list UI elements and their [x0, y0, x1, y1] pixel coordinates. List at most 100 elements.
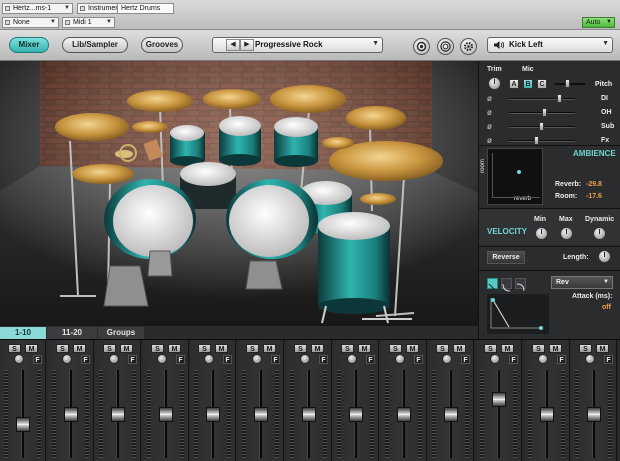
di-slider-track[interactable]: [509, 98, 575, 100]
pan-knob[interactable]: [204, 354, 214, 364]
fx-bypass-button[interactable]: F: [461, 355, 470, 364]
fader-track[interactable]: [497, 370, 500, 458]
fader-thumb[interactable]: [349, 407, 363, 422]
pan-knob[interactable]: [347, 354, 357, 364]
mute-button[interactable]: M: [263, 344, 276, 353]
mute-button[interactable]: M: [168, 344, 181, 353]
input-select[interactable]: None ▼: [2, 17, 59, 28]
tab-grooves[interactable]: Grooves: [141, 37, 183, 53]
pan-knob[interactable]: [490, 354, 500, 364]
solo-button[interactable]: S: [436, 344, 449, 353]
solo-button[interactable]: S: [341, 344, 354, 353]
pan-knob[interactable]: [300, 354, 310, 364]
di-slider-thumb[interactable]: [557, 94, 562, 103]
tab-lib-sampler[interactable]: Lib/Sampler: [62, 37, 128, 53]
fader-thumb[interactable]: [254, 407, 268, 422]
envelope-display[interactable]: [487, 294, 549, 334]
fader-thumb[interactable]: [64, 407, 78, 422]
fx-bypass-button[interactable]: F: [223, 355, 232, 364]
envelope-linear-button[interactable]: [487, 278, 498, 292]
mute-button[interactable]: M: [25, 344, 38, 353]
instrument-selector[interactable]: Kick Left ▼: [487, 37, 613, 53]
mic-a-button[interactable]: A: [509, 79, 519, 89]
mute-button[interactable]: M: [501, 344, 514, 353]
solo-button[interactable]: S: [198, 344, 211, 353]
tab-pieces-11-20[interactable]: 11-20: [47, 327, 97, 339]
settings-button[interactable]: [460, 38, 477, 55]
phase-invert-icon[interactable]: ø: [487, 122, 492, 131]
mute-button[interactable]: M: [406, 344, 419, 353]
phase-invert-icon[interactable]: ø: [487, 94, 492, 103]
mix-row-di[interactable]: ø DI: [487, 93, 617, 104]
envelope-log-button[interactable]: [515, 278, 526, 292]
mic-c-button[interactable]: C: [537, 79, 547, 89]
tab-pieces-1-10[interactable]: 1-10: [0, 327, 46, 339]
mute-button[interactable]: M: [311, 344, 324, 353]
solo-button[interactable]: S: [246, 344, 259, 353]
fx-bypass-button[interactable]: F: [557, 355, 566, 364]
pan-knob[interactable]: [395, 354, 405, 364]
fx-bypass-button[interactable]: F: [509, 355, 518, 364]
envelope-exp-button[interactable]: [501, 278, 512, 292]
pitch-slider-thumb[interactable]: [565, 79, 570, 88]
solo-button[interactable]: S: [389, 344, 402, 353]
pan-knob[interactable]: [442, 354, 452, 364]
length-knob[interactable]: [598, 250, 611, 263]
track-select[interactable]: Hertz...ms-1 ▼: [2, 3, 73, 14]
fader-track[interactable]: [21, 370, 24, 458]
solo-button[interactable]: S: [8, 344, 21, 353]
pan-knob[interactable]: [585, 354, 595, 364]
velocity-dynamic-knob[interactable]: [593, 227, 606, 240]
midi-select[interactable]: Midi 1 ▼: [62, 17, 115, 28]
mute-button[interactable]: M: [73, 344, 86, 353]
velocity-max-knob[interactable]: [560, 227, 573, 240]
plugin-name-field[interactable]: Hertz Drums: [117, 3, 174, 14]
next-preset-button[interactable]: ▶: [240, 39, 254, 51]
fader-thumb[interactable]: [16, 417, 30, 432]
ambience-xy-handle[interactable]: [517, 170, 521, 174]
mix-row-sub[interactable]: ø Sub: [487, 121, 617, 132]
automation-button[interactable]: Auto ▼: [582, 17, 615, 28]
pan-knob[interactable]: [252, 354, 262, 364]
pan-knob[interactable]: [14, 354, 24, 364]
fx-bypass-button[interactable]: F: [128, 355, 137, 364]
fx-bypass-button[interactable]: F: [366, 355, 375, 364]
envelope-mode-select[interactable]: Rev ▼: [551, 276, 613, 289]
fx-bypass-button[interactable]: F: [604, 355, 613, 364]
solo-button[interactable]: S: [484, 344, 497, 353]
fx-slider-track[interactable]: [509, 140, 575, 142]
phase-invert-icon[interactable]: ø: [487, 108, 492, 117]
fader-thumb[interactable]: [540, 407, 554, 422]
fx-bypass-button[interactable]: F: [319, 355, 328, 364]
mute-button[interactable]: M: [215, 344, 228, 353]
mute-button[interactable]: M: [358, 344, 371, 353]
solo-button[interactable]: S: [579, 344, 592, 353]
pan-knob[interactable]: [538, 354, 548, 364]
phase-invert-icon[interactable]: ø: [487, 136, 492, 145]
mute-button[interactable]: M: [596, 344, 609, 353]
fader-thumb[interactable]: [206, 407, 220, 422]
fader-thumb[interactable]: [587, 407, 601, 422]
reverse-button[interactable]: Reverse: [487, 251, 525, 264]
tab-groups[interactable]: Groups: [98, 327, 144, 339]
pan-knob[interactable]: [109, 354, 119, 364]
fx-bypass-button[interactable]: F: [33, 355, 42, 364]
velocity-min-knob[interactable]: [535, 227, 548, 240]
fader-thumb[interactable]: [492, 392, 506, 407]
mute-button[interactable]: M: [549, 344, 562, 353]
mic-b-button[interactable]: B: [523, 79, 533, 89]
mute-button[interactable]: M: [453, 344, 466, 353]
fx-bypass-button[interactable]: F: [176, 355, 185, 364]
fx-bypass-button[interactable]: F: [271, 355, 280, 364]
solo-button[interactable]: S: [151, 344, 164, 353]
pan-knob[interactable]: [157, 354, 167, 364]
ambience-xy-pad[interactable]: room reverb: [480, 148, 543, 205]
mute-button[interactable]: M: [120, 344, 133, 353]
solo-button[interactable]: S: [56, 344, 69, 353]
fx-bypass-button[interactable]: F: [81, 355, 90, 364]
fader-thumb[interactable]: [159, 407, 173, 422]
tab-mixer[interactable]: Mixer: [9, 37, 49, 53]
oh-slider-thumb[interactable]: [542, 108, 547, 117]
solo-button[interactable]: S: [532, 344, 545, 353]
ring-button[interactable]: [437, 38, 454, 55]
